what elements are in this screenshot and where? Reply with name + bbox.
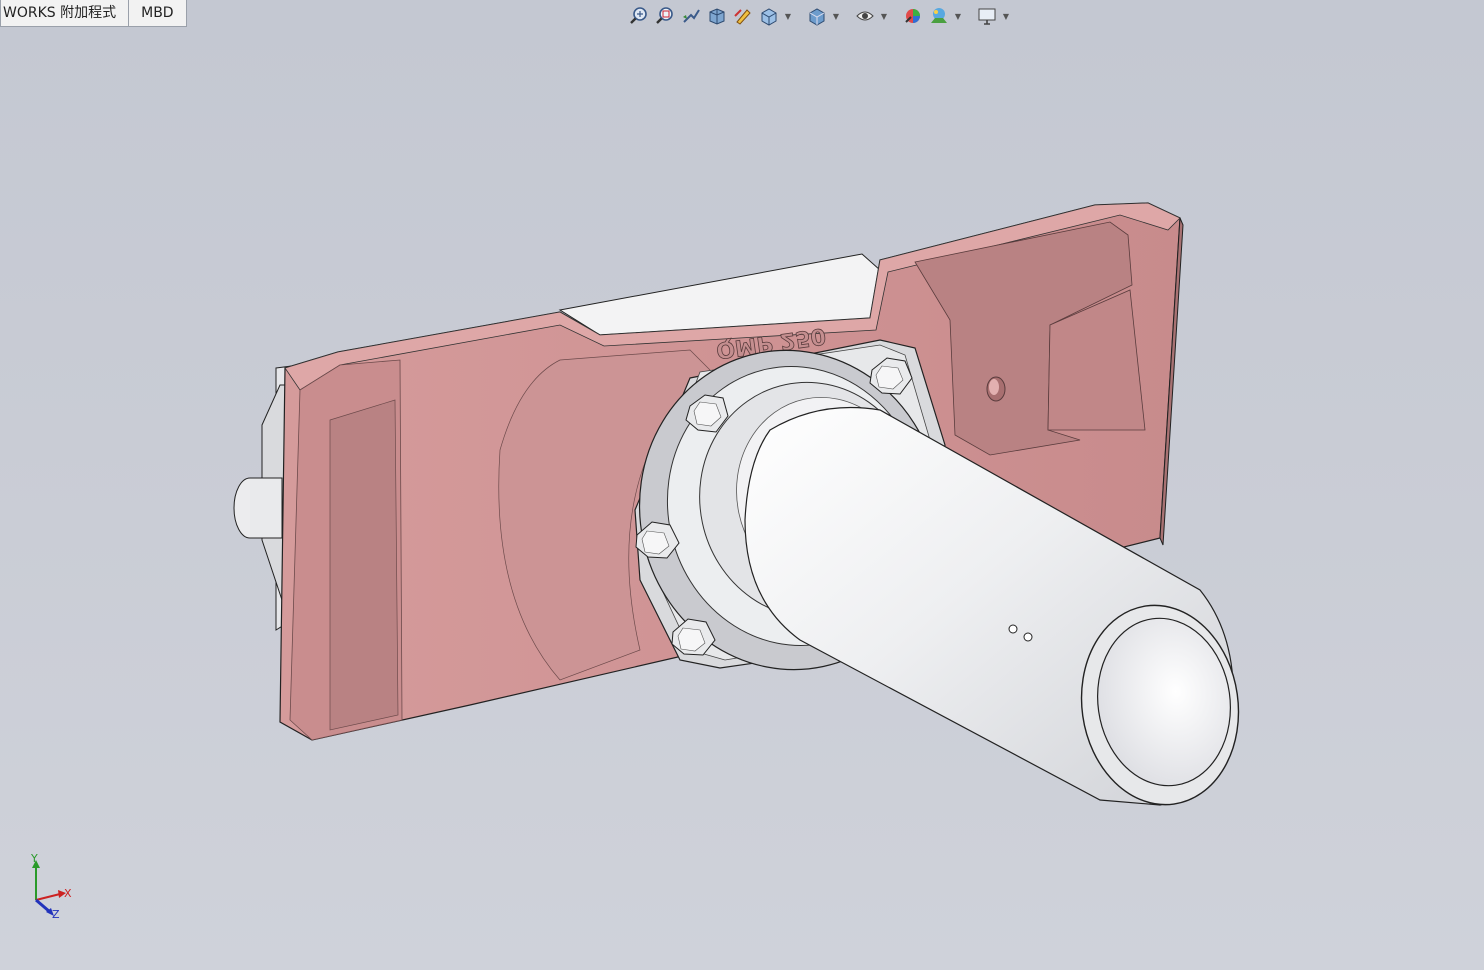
graphics-area[interactable]: QMP 250 bbox=[0, 0, 1484, 970]
triad-z-label: Z bbox=[52, 908, 60, 921]
triad-x-label: X bbox=[64, 887, 72, 900]
set-screw-hole bbox=[1023, 632, 1033, 642]
triad-y-label: Y bbox=[31, 852, 38, 865]
set-screw-hole bbox=[1008, 624, 1018, 634]
reference-triad: Y X Z bbox=[22, 852, 82, 924]
